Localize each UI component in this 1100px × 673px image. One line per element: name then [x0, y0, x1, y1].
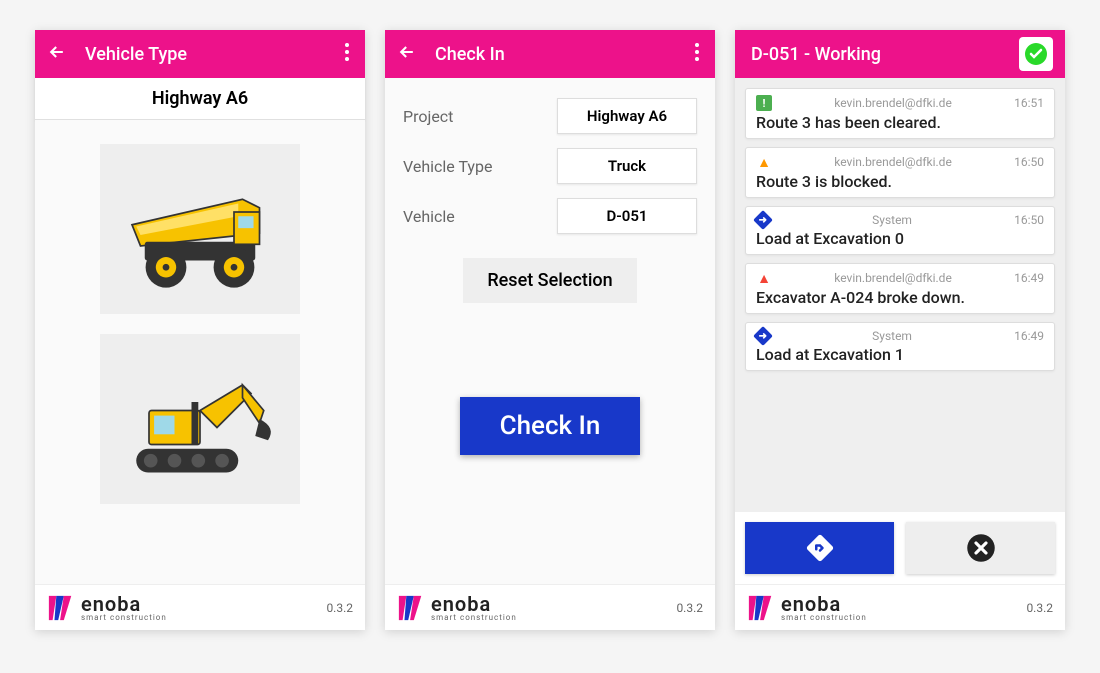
message-body: Route 3 is blocked. — [756, 172, 1044, 191]
enoba-logo-icon — [747, 594, 775, 622]
message-time: 16:49 — [1014, 329, 1044, 343]
content: Project Highway A6 Vehicle Type Truck Ve… — [385, 78, 715, 584]
label-project: Project — [403, 107, 453, 126]
status-check-button[interactable] — [1019, 37, 1053, 71]
message-time: 16:50 — [1014, 213, 1044, 227]
content: ! kevin.brendel@dfki.de 16:51 Route 3 has b… — [735, 78, 1065, 584]
reset-button[interactable]: Reset Selection — [463, 258, 636, 303]
message-item[interactable]: ! kevin.brendel@dfki.de 16:51 Route 3 has b… — [745, 88, 1055, 139]
form-row-project: Project Highway A6 — [403, 98, 697, 134]
value-vehicle-type[interactable]: Truck — [557, 148, 697, 184]
close-circle-icon — [966, 533, 996, 563]
navigation-icon: ➜ — [753, 210, 773, 230]
message-sender: System — [780, 329, 1004, 343]
message-list: ! kevin.brendel@dfki.de 16:51 Route 3 has b… — [735, 78, 1065, 584]
ok-icon: ! — [756, 95, 772, 111]
checkin-form: Project Highway A6 Vehicle Type Truck Ve… — [385, 78, 715, 475]
message-time: 16:49 — [1014, 271, 1044, 285]
appbar-title: Check In — [435, 44, 691, 65]
check-circle-icon — [1024, 42, 1048, 66]
brand-logo: enoba smart construction — [47, 594, 167, 622]
back-icon[interactable] — [47, 42, 67, 67]
brand-name: enoba — [781, 594, 867, 614]
cancel-button[interactable] — [906, 522, 1055, 574]
dump-truck-icon — [115, 164, 285, 294]
version-label: 0.3.2 — [1026, 601, 1053, 615]
version-label: 0.3.2 — [326, 601, 353, 615]
message-time: 16:51 — [1014, 96, 1044, 110]
label-vehicle-type: Vehicle Type — [403, 157, 492, 176]
footer: enoba smart construction 0.3.2 — [385, 584, 715, 630]
brand-tagline: smart construction — [81, 614, 167, 622]
screen-working: D-051 - Working ! kevin.brendel@dfki.de 16… — [735, 30, 1065, 630]
message-sender: kevin.brendel@dfki.de — [782, 155, 1004, 169]
vehicle-option-truck[interactable] — [100, 144, 300, 314]
message-sender: kevin.brendel@dfki.de — [782, 271, 1004, 285]
message-body: Route 3 has been cleared. — [756, 113, 1044, 132]
enoba-logo-icon — [397, 594, 425, 622]
appbar: D-051 - Working — [735, 30, 1065, 78]
checkin-button[interactable]: Check In — [460, 397, 641, 455]
navigation-icon: ➜ — [753, 326, 773, 346]
alert-icon: ▲ — [756, 270, 772, 286]
brand-tagline: smart construction — [431, 614, 517, 622]
form-row-vehicle-type: Vehicle Type Truck — [403, 148, 697, 184]
screen-vehicle-type: Vehicle Type Highway A6 — [35, 30, 365, 630]
screen-check-in: Check In Project Highway A6 Vehicle Type… — [385, 30, 715, 630]
value-project[interactable]: Highway A6 — [557, 98, 697, 134]
appbar-title: Vehicle Type — [85, 44, 341, 65]
message-sender: System — [780, 213, 1004, 227]
warning-icon: ▲ — [756, 154, 772, 170]
overflow-menu-icon[interactable] — [691, 43, 703, 66]
version-label: 0.3.2 — [676, 601, 703, 615]
message-item[interactable]: ➜ System 16:50 Load at Excavation 0 — [745, 206, 1055, 255]
navigation-icon — [805, 533, 835, 563]
vehicle-list — [35, 120, 365, 528]
action-row — [735, 512, 1065, 584]
navigate-button[interactable] — [745, 522, 894, 574]
brand-tagline: smart construction — [781, 614, 867, 622]
message-time: 16:50 — [1014, 155, 1044, 169]
vehicle-option-excavator[interactable] — [100, 334, 300, 504]
footer: enoba smart construction 0.3.2 — [35, 584, 365, 630]
footer: enoba smart construction 0.3.2 — [735, 584, 1065, 630]
message-body: Excavator A-024 broke down. — [756, 288, 1044, 307]
message-item[interactable]: ▲ kevin.brendel@dfki.de 16:50 Route 3 is bl… — [745, 147, 1055, 198]
message-body: Load at Excavation 0 — [756, 229, 1044, 248]
brand-logo: enoba smart construction — [747, 594, 867, 622]
message-item[interactable]: ➜ System 16:49 Load at Excavation 1 — [745, 322, 1055, 371]
appbar: Check In — [385, 30, 715, 78]
project-subheader: Highway A6 — [35, 78, 365, 120]
content — [35, 120, 365, 584]
appbar: Vehicle Type — [35, 30, 365, 78]
back-icon[interactable] — [397, 42, 417, 67]
overflow-menu-icon[interactable] — [341, 43, 353, 66]
form-row-vehicle: Vehicle D-051 — [403, 198, 697, 234]
appbar-title: D-051 - Working — [751, 44, 1019, 65]
excavator-icon — [115, 349, 285, 489]
message-item[interactable]: ▲ kevin.brendel@dfki.de 16:49 Excavator A-0… — [745, 263, 1055, 314]
brand-name: enoba — [431, 594, 517, 614]
value-vehicle[interactable]: D-051 — [557, 198, 697, 234]
message-body: Load at Excavation 1 — [756, 345, 1044, 364]
label-vehicle: Vehicle — [403, 207, 455, 226]
brand-logo: enoba smart construction — [397, 594, 517, 622]
enoba-logo-icon — [47, 594, 75, 622]
message-sender: kevin.brendel@dfki.de — [782, 96, 1004, 110]
brand-name: enoba — [81, 594, 167, 614]
